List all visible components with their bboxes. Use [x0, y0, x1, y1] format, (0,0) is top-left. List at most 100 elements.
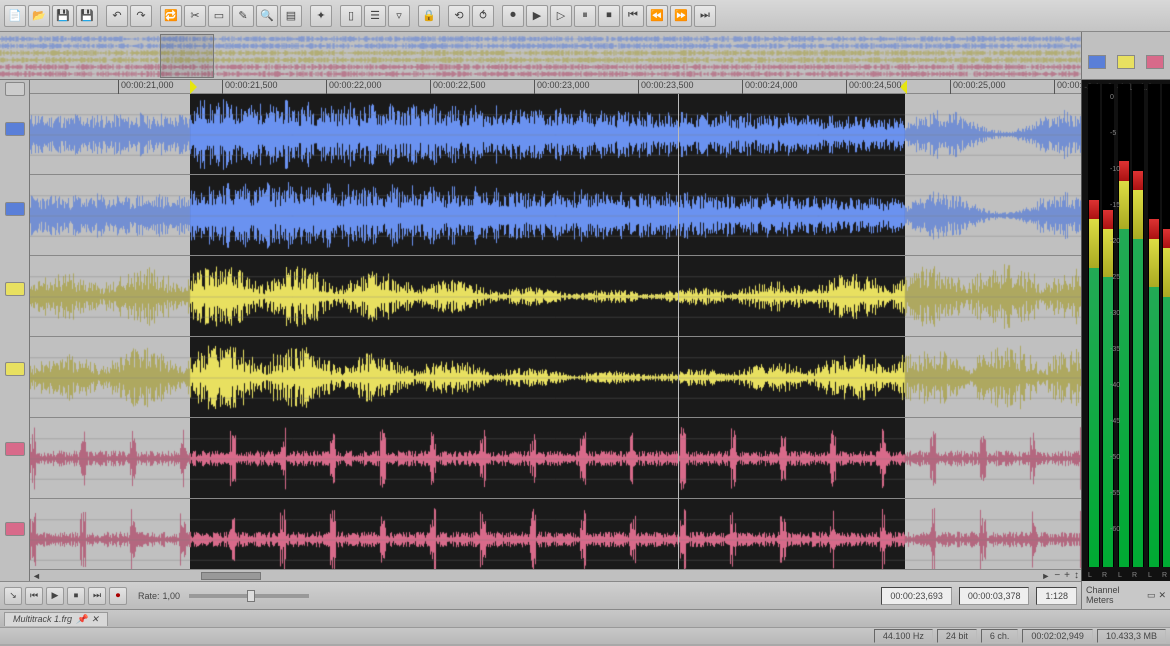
save-as-icon[interactable]: 💾	[76, 5, 98, 27]
status-bit-depth: 24 bit	[937, 629, 977, 643]
meter-pair3-toggle[interactable]	[1146, 55, 1164, 69]
channel-meters: -3.1-3-1.1-1.1-- LRLRLR0-5-10-15-20-25-3…	[1081, 80, 1170, 581]
loop-region-icon[interactable]: ⥀	[472, 5, 494, 27]
track-6[interactable]: -6.0-Inf.-6.0	[30, 499, 1081, 580]
meters-toggle-row	[1081, 32, 1170, 79]
play-all-icon[interactable]: ▷	[550, 5, 572, 27]
meter-bar-6	[1162, 84, 1170, 567]
meters-close-icon[interactable]: ✕	[1158, 590, 1166, 601]
file-tab-multitrack1[interactable]: Multitrack 1.frg 📌 ✕	[4, 612, 108, 626]
track3-header[interactable]	[5, 282, 25, 296]
open-file-icon[interactable]: 📂	[28, 5, 50, 27]
ruler-tick: 00:00:22,500	[430, 80, 486, 94]
rate-value: 1,00	[163, 591, 181, 601]
plugin-icon[interactable]: ✦	[310, 5, 332, 27]
edit-tool-icon[interactable]: ▤	[280, 5, 302, 27]
undo-icon[interactable]: ↶	[106, 5, 128, 27]
regions-icon[interactable]: ▯	[340, 5, 362, 27]
track4-header[interactable]	[5, 362, 25, 376]
go-end-button[interactable]: ⏭	[88, 587, 106, 605]
stop-icon[interactable]: ⏹	[598, 5, 620, 27]
overview-timeline[interactable]	[0, 32, 1081, 79]
meter-bar-5	[1148, 84, 1160, 567]
record-button[interactable]: ⏺	[109, 587, 127, 605]
event-icon[interactable]: ▭	[208, 5, 230, 27]
redo-icon[interactable]: ↷	[130, 5, 152, 27]
ruler-tick: 00:00:22,000	[326, 80, 382, 94]
track6-header[interactable]	[5, 522, 25, 536]
gutter-options-button[interactable]	[5, 82, 25, 96]
status-duration: 00:02:02,949	[1022, 629, 1093, 643]
track2-header[interactable]	[5, 202, 25, 216]
go-start-button[interactable]: ⏮	[25, 587, 43, 605]
ruler-tick: 00:00:23,500	[638, 80, 694, 94]
status-bar: 44.100 Hz 24 bit 6 ch. 00:02:02,949 10.4…	[0, 627, 1170, 644]
overview-selection[interactable]	[160, 34, 214, 78]
lock-icon[interactable]: 🔒	[418, 5, 440, 27]
playhead-cursor[interactable]	[678, 94, 679, 581]
track1-header[interactable]	[5, 122, 25, 136]
go-start-icon[interactable]: ⏮	[622, 5, 644, 27]
ruler-tick: 00:00:25,000	[950, 80, 1006, 94]
play-icon[interactable]: ▶	[526, 5, 548, 27]
stop-button[interactable]: ⏹	[67, 587, 85, 605]
save-icon[interactable]: 💾	[52, 5, 74, 27]
ruler-tick: 00:00:21,500	[222, 80, 278, 94]
track-4[interactable]: -6.0-Inf.-6.0	[30, 337, 1081, 418]
zoom-in-time-icon[interactable]: +	[1064, 570, 1070, 581]
file-tabs: Multitrack 1.frg 📌 ✕	[0, 609, 1170, 627]
play-button[interactable]: ▶	[46, 587, 64, 605]
track-1[interactable]: -6.0-Inf.-6.0	[30, 94, 1081, 175]
channel-meters-title: Channel Meters ▭ ✕	[1081, 581, 1170, 609]
rate-slider-knob[interactable]	[247, 590, 255, 602]
zoom-out-time-icon[interactable]: −	[1054, 570, 1060, 581]
meter-bar-1	[1088, 84, 1100, 567]
transport-bar: ↘ ⏮ ▶ ⏹ ⏭ ⏺ Rate: 1,00 00:00:23,693 00:0…	[0, 581, 1081, 609]
track-5[interactable]: -6.0-Inf.-6.0	[30, 418, 1081, 499]
marker-icon[interactable]: ▿	[388, 5, 410, 27]
magnify-icon[interactable]: 🔍	[256, 5, 278, 27]
waveform-area[interactable]: 00:00:21,000 00:00:21,500 00:00:22,000 00:0…	[30, 80, 1081, 581]
time-ruler[interactable]: 00:00:21,000 00:00:21,500 00:00:22,000 00:0…	[30, 80, 1081, 94]
ruler-tick: 00:00:24,500	[846, 80, 902, 94]
ruler-tick: 00:00:24,000	[742, 80, 798, 94]
record-icon[interactable]: ⏺	[502, 5, 524, 27]
ruler-tick: 00:00:25	[1054, 80, 1081, 94]
selection-start-marker[interactable]	[190, 80, 197, 94]
track-gutter	[0, 80, 30, 581]
ruler-tick: 00:00:21,000	[118, 80, 174, 94]
zoom-ratio-display[interactable]: 1:128	[1036, 587, 1077, 605]
playlist-icon[interactable]: ☰	[364, 5, 386, 27]
status-channels: 6 ch.	[981, 629, 1019, 643]
cursor-time-display[interactable]: 00:00:23,693	[881, 587, 952, 605]
zoom-vert-icon[interactable]: ↕	[1074, 570, 1079, 581]
go-end-icon[interactable]: ⏭	[694, 5, 716, 27]
tab-close-icon[interactable]: ✕	[91, 614, 99, 625]
track5-header[interactable]	[5, 442, 25, 456]
meter-pair2-toggle[interactable]	[1117, 55, 1135, 69]
overview-panel	[0, 32, 1170, 80]
scrollbar-thumb[interactable]	[201, 572, 261, 580]
rate-slider[interactable]	[189, 594, 309, 598]
status-sample-rate: 44.100 Hz	[874, 629, 933, 643]
meter-pair1-toggle[interactable]	[1088, 55, 1106, 69]
loop-icon[interactable]: ⟲	[448, 5, 470, 27]
track-2[interactable]: -6.0-Inf.-6.0	[30, 175, 1081, 256]
repeat-icon[interactable]: 🔁	[160, 5, 182, 27]
new-file-icon[interactable]: 📄	[4, 5, 26, 27]
selection-length-display[interactable]: 00:00:03,378	[959, 587, 1030, 605]
horizontal-scrollbar[interactable]: ◄ ► − + ↕	[30, 569, 1081, 581]
cursor-mode-button[interactable]: ↘	[4, 587, 22, 605]
track-3[interactable]: -6.0-Inf.-6.0	[30, 256, 1081, 337]
forward-icon[interactable]: ⏩	[670, 5, 692, 27]
pause-icon[interactable]: ⏸	[574, 5, 596, 27]
tab-pin-icon[interactable]: 📌	[76, 614, 87, 625]
main-toolbar: 📄📂💾💾↶↷🔁✂▭✎🔍▤✦▯☰▿🔒⟲⥀⏺▶▷⏸⏹⏮⏪⏩⏭	[0, 0, 1170, 32]
meters-undock-icon[interactable]: ▭	[1147, 590, 1156, 601]
status-file-size: 10.433,3 MB	[1097, 629, 1166, 643]
pencil-icon[interactable]: ✎	[232, 5, 254, 27]
rate-label: Rate:	[138, 591, 160, 601]
ruler-tick: 00:00:23,000	[534, 80, 590, 94]
rewind-icon[interactable]: ⏪	[646, 5, 668, 27]
trim-icon[interactable]: ✂	[184, 5, 206, 27]
